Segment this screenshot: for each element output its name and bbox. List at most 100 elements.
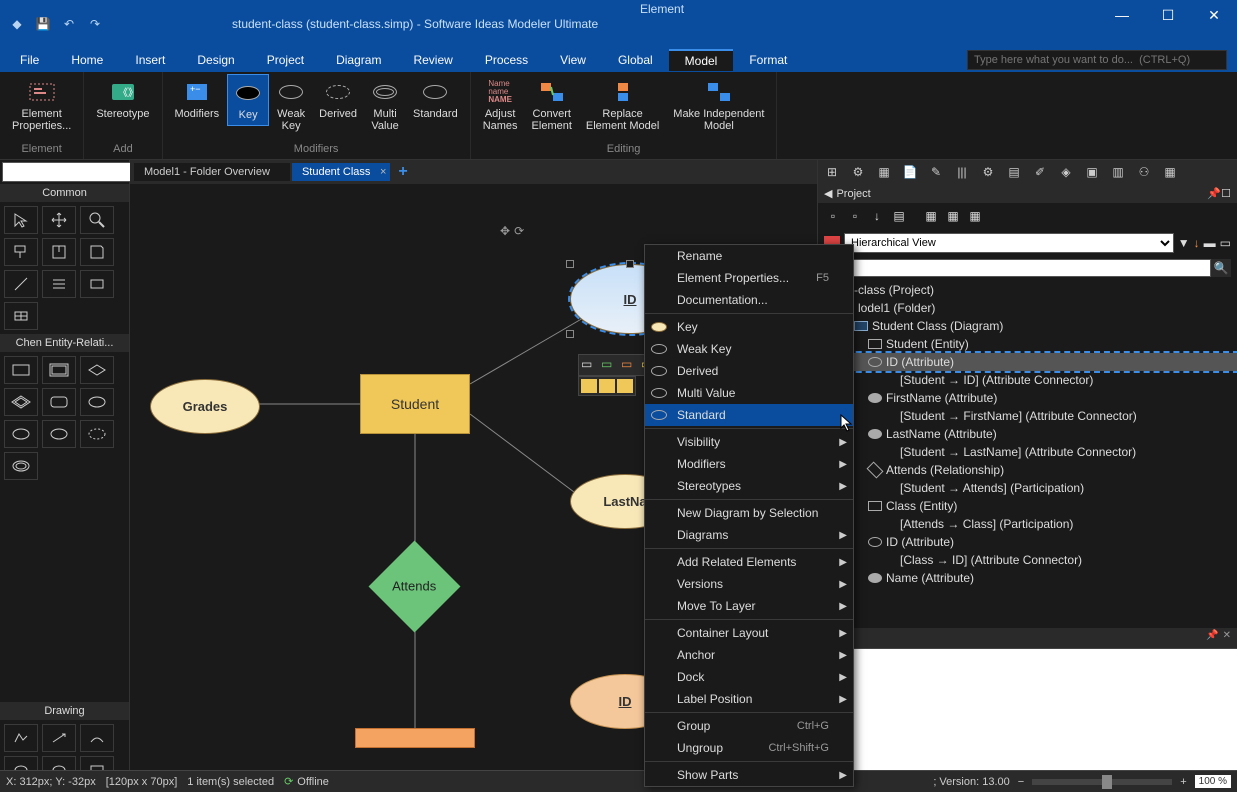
tree-item[interactable]: Attends (Relationship) (818, 461, 1237, 479)
chen-panel-header[interactable]: Chen Entity-Relati... (0, 334, 129, 352)
mini-tool-7[interactable] (617, 379, 633, 393)
tool-chen-diamond2[interactable] (4, 388, 38, 416)
rotate-handle-icon[interactable]: ⟳ (514, 224, 524, 238)
rtool-13[interactable]: ⚇ (1134, 163, 1154, 181)
tree-item[interactable]: nt-class (Project) (818, 281, 1237, 299)
ptool-4[interactable]: ▤ (890, 207, 908, 225)
redo-icon[interactable]: ↷ (86, 15, 104, 33)
context-menu-item[interactable]: Versions▶ (645, 573, 853, 595)
sort-icon-2[interactable]: ↓ (1194, 236, 1200, 250)
ptool-7[interactable]: ▦ (966, 207, 984, 225)
entity-attends[interactable]: Attends (369, 541, 461, 633)
menu-review[interactable]: Review (397, 50, 468, 70)
tool-chen-ellipse3[interactable] (42, 420, 76, 448)
tool-chen-ellipse-double[interactable] (4, 452, 38, 480)
menu-global[interactable]: Global (602, 50, 669, 70)
standard-button[interactable]: Standard (407, 74, 464, 124)
tab-folder-overview[interactable]: Model1 - Folder Overview (134, 163, 290, 181)
rtool-14[interactable]: ▦ (1160, 163, 1180, 181)
zoom-value[interactable]: 100 % (1195, 775, 1231, 788)
view-icon-2[interactable]: ▭ (1220, 236, 1231, 250)
tree-item[interactable]: [Attends → Class] (Participation) (818, 515, 1237, 533)
context-menu-item[interactable]: Stereotypes▶ (645, 475, 853, 497)
menu-home[interactable]: Home (55, 50, 119, 70)
context-menu-item[interactable]: Rename (645, 245, 853, 267)
tree-item[interactable]: ID (Attribute) (818, 533, 1237, 551)
mini-tool-1[interactable]: ▭ (581, 357, 599, 373)
maximize-button[interactable]: ☐ (1145, 0, 1191, 30)
mini-tool-2[interactable]: ▭ (601, 357, 619, 373)
rtool-10[interactable]: ◈ (1056, 163, 1076, 181)
context-menu-item[interactable]: Anchor▶ (645, 644, 853, 666)
tool-draw1[interactable] (4, 724, 38, 752)
menu-design[interactable]: Design (181, 50, 250, 70)
element-properties-button[interactable]: Element Properties... (6, 74, 77, 136)
tool-chen-ellipse[interactable] (80, 388, 114, 416)
menu-search-input[interactable] (967, 50, 1227, 70)
context-menu-item[interactable]: Documentation... (645, 289, 853, 311)
move-handle-icon[interactable]: ✥ (500, 224, 510, 238)
derived-button[interactable]: Derived (313, 74, 363, 124)
menu-view[interactable]: View (544, 50, 602, 70)
preview-close-icon[interactable]: ✕ (1223, 630, 1231, 646)
context-menu-item[interactable]: Weak Key (645, 338, 853, 360)
menu-insert[interactable]: Insert (119, 50, 181, 70)
menu-format[interactable]: Format (733, 50, 803, 70)
context-menu-item[interactable]: Container Layout▶ (645, 622, 853, 644)
ptool-5[interactable]: ▦ (922, 207, 940, 225)
rtool-11[interactable]: ▣ (1082, 163, 1102, 181)
context-menu-item[interactable]: Key (645, 316, 853, 338)
tree-item[interactable]: [Student → Attends] (Participation) (818, 479, 1237, 497)
save-icon[interactable]: 💾 (34, 15, 52, 33)
tool-note[interactable] (80, 238, 114, 266)
tree-item[interactable]: [Student → FirstName] (Attribute Connect… (818, 407, 1237, 425)
context-menu-item[interactable]: Move To Layer▶ (645, 595, 853, 617)
tool-move[interactable] (42, 206, 76, 234)
menu-process[interactable]: Process (469, 50, 544, 70)
context-menu-item[interactable]: Derived (645, 360, 853, 382)
zoom-out-button[interactable]: − (1018, 776, 1024, 788)
adjust-names-button[interactable]: NamenameNAME Adjust Names (477, 74, 524, 136)
close-button[interactable]: ✕ (1191, 0, 1237, 30)
tool-zoom[interactable] (80, 206, 114, 234)
context-menu-item[interactable]: Label Position▶ (645, 688, 853, 710)
context-menu-item[interactable]: UngroupCtrl+Shift+G (645, 737, 853, 759)
tool-chen-rect2[interactable] (42, 356, 76, 384)
undo-icon[interactable]: ↶ (60, 15, 78, 33)
entity-grades[interactable]: Grades (150, 379, 260, 434)
mini-tool-3[interactable]: ▭ (621, 357, 639, 373)
tool-draw3[interactable] (80, 724, 114, 752)
drawing-panel-header[interactable]: Drawing (0, 702, 129, 720)
rtool-8[interactable]: ▤ (1004, 163, 1024, 181)
preview-pin-icon[interactable]: 📌 (1206, 630, 1218, 646)
tool-chen-diamond[interactable] (80, 356, 114, 384)
rtool-7[interactable]: ⚙ (978, 163, 998, 181)
view-mode-select[interactable]: Hierarchical View (844, 233, 1174, 253)
pin-icon[interactable]: 📌 (1207, 187, 1221, 200)
add-tab-button[interactable]: + (392, 163, 413, 181)
multi-value-button[interactable]: Multi Value (365, 74, 405, 136)
tool-container[interactable] (42, 238, 76, 266)
menu-model[interactable]: Model (669, 49, 734, 71)
tree-item[interactable]: Name (Attribute) (818, 569, 1237, 587)
tool-text[interactable] (42, 270, 76, 298)
convert-element-button[interactable]: Convert Element (526, 74, 578, 136)
context-menu-item[interactable]: Show Parts▶ (645, 764, 853, 786)
close-icon[interactable]: × (380, 166, 386, 178)
tool-pointer[interactable] (4, 206, 38, 234)
context-menu-item[interactable]: Modifiers▶ (645, 453, 853, 475)
tree-item[interactable]: ID (Attribute) (818, 353, 1237, 371)
key-button[interactable]: Key (227, 74, 269, 126)
tool-chen-ellipse-dash[interactable] (80, 420, 114, 448)
rtool-1[interactable]: ⊞ (822, 163, 842, 181)
panel-close-icon[interactable]: ☐ (1221, 187, 1231, 200)
tree-item[interactable]: [Class → ID] (Attribute Connector) (818, 551, 1237, 569)
mini-tool-5[interactable] (581, 379, 597, 393)
view-icon[interactable]: ▬ (1204, 236, 1216, 250)
menu-diagram[interactable]: Diagram (320, 50, 397, 70)
tree-item[interactable]: [Student → ID] (Attribute Connector) (818, 371, 1237, 389)
entity-partial[interactable] (355, 728, 475, 748)
sort-icon[interactable]: ▼ (1178, 236, 1190, 250)
weak-key-button[interactable]: Weak Key (271, 74, 311, 136)
tree-item[interactable]: LastName (Attribute) (818, 425, 1237, 443)
